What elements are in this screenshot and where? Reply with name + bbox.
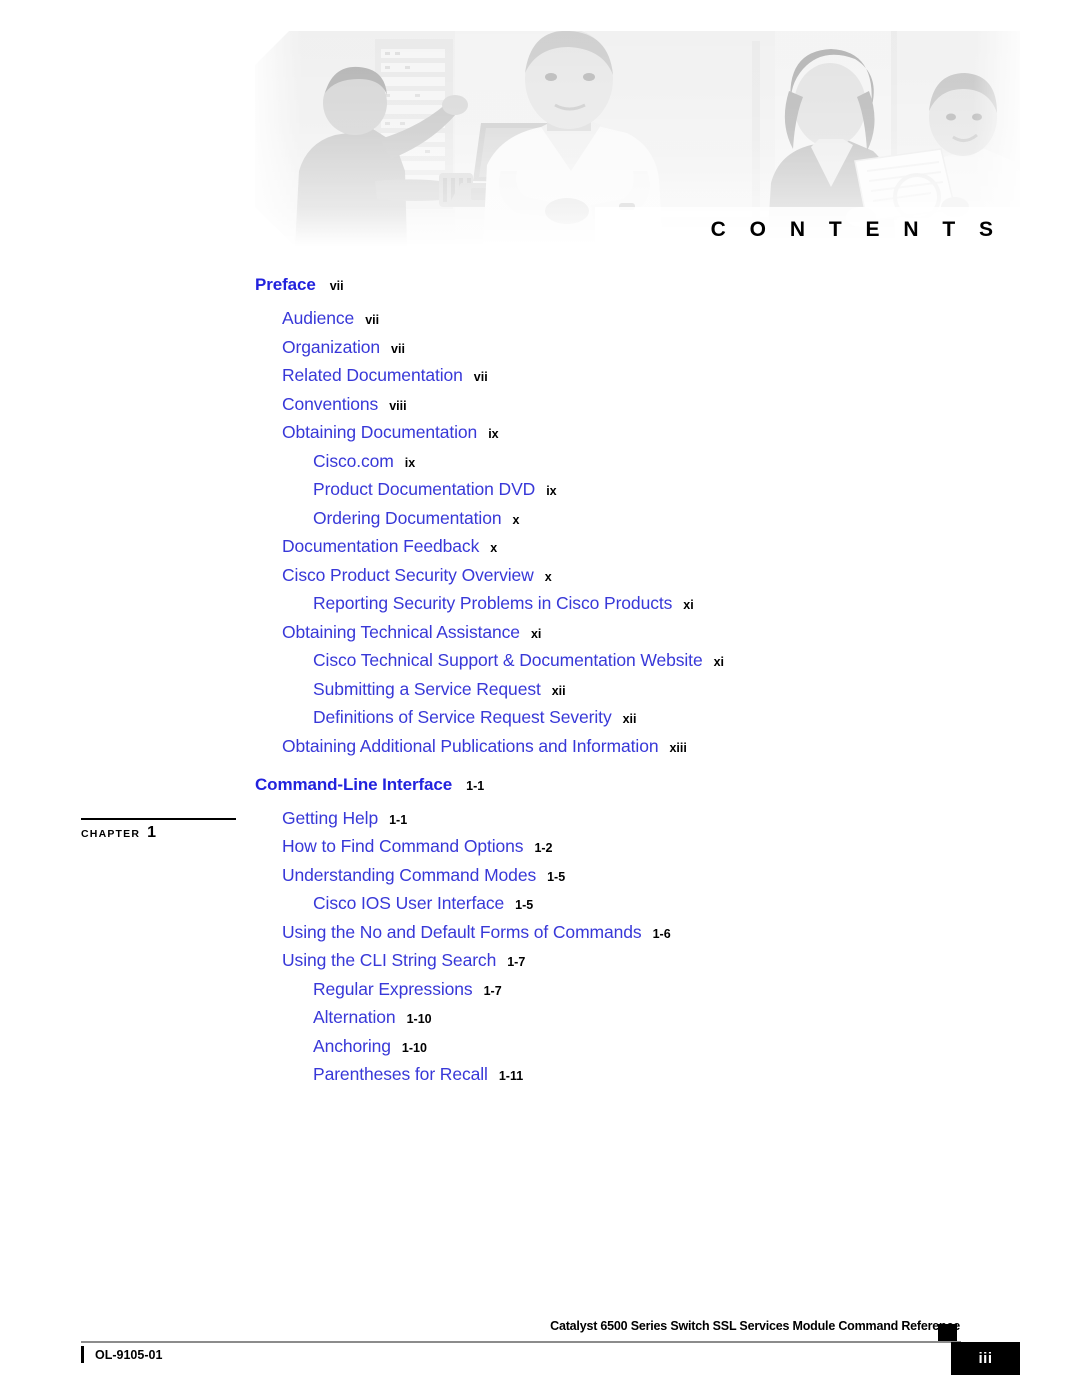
toc-entry-page: 1-1: [389, 812, 408, 827]
toc-entry-label: Reporting Security Problems in Cisco Pro…: [313, 593, 673, 613]
toc-entry-conventions[interactable]: Conventions viii: [0, 393, 1080, 414]
toc-heading-preface[interactable]: Preface vii: [0, 276, 1080, 294]
toc-entry-page: vii: [391, 341, 405, 356]
toc-entry-regular-expressions[interactable]: Regular Expressions 1-7: [0, 978, 1080, 999]
toc-entry-label: How to Find Command Options: [282, 836, 524, 856]
toc-entry-alternation[interactable]: Alternation 1-10: [0, 1007, 1080, 1027]
toc-entry-page: 1-11: [498, 1069, 524, 1083]
toc-entry-label: Organization: [282, 336, 381, 357]
toc-entry-page: xi: [713, 655, 725, 669]
contents-title: C O N T E N T S: [710, 218, 1002, 241]
toc-entry-label: Understanding Command Modes: [282, 864, 537, 885]
toc-entry-obtaining-additional-publications[interactable]: Obtaining Additional Publications and In…: [0, 735, 1080, 756]
toc-entry-definitions-of-service-request-severity[interactable]: Definitions of Service Request Severity x…: [0, 707, 1080, 727]
footer-page-number: iii: [951, 1342, 1020, 1375]
toc-entry-obtaining-documentation[interactable]: Obtaining Documentation ix: [0, 422, 1080, 442]
toc-entry-page: x: [512, 512, 520, 527]
toc-entry-cisco-com[interactable]: Cisco.com ix: [0, 450, 1080, 471]
toc-entry-label: Alternation: [313, 1007, 396, 1027]
toc-entry-page: x: [490, 541, 498, 555]
toc-entry-page: 1-7: [507, 955, 526, 969]
toc-entry-label: Parentheses for Recall: [313, 1064, 488, 1084]
toc-entry-page: xii: [551, 683, 566, 698]
banner-photo: [255, 31, 1020, 246]
toc-entry-page: xiii: [669, 740, 687, 755]
toc-entry-page: vii: [473, 370, 488, 384]
toc-entry-label: Cisco IOS User Interface: [313, 893, 505, 913]
toc-entry-label: Definitions of Service Request Severity: [313, 707, 612, 727]
toc-entry-product-documentation-dvd[interactable]: Product Documentation DVD ix: [0, 479, 1080, 499]
toc-entry-understanding-command-modes[interactable]: Understanding Command Modes 1-5: [0, 864, 1080, 885]
toc-entry-page: xii: [622, 712, 637, 726]
footer-document-id: OL-9105-01: [95, 1348, 163, 1362]
toc-entry-page: ix: [546, 484, 557, 498]
toc-entry-label: Submitting a Service Request: [313, 678, 541, 699]
toc-entry-label: Obtaining Additional Publications and In…: [282, 735, 659, 756]
toc-entry-page: xi: [683, 598, 694, 612]
toc-entry-label: Documentation Feedback: [282, 536, 480, 556]
toc-entry-page: vii: [365, 313, 380, 327]
toc-entry-getting-help[interactable]: Getting Help 1-1: [0, 807, 1080, 828]
toc-entry-page: 1-10: [401, 1040, 427, 1055]
toc-heading-label: Preface: [255, 275, 316, 294]
toc-entry-label: Regular Expressions: [313, 978, 473, 999]
toc-entry-label: Using the No and Default Forms of Comman…: [282, 921, 642, 942]
toc-entry-page: 1-5: [515, 898, 534, 912]
toc-entry-submitting-a-service-request[interactable]: Submitting a Service Request xii: [0, 678, 1080, 699]
toc-entry-label: Audience: [282, 308, 355, 328]
toc-entry-label: Obtaining Technical Assistance: [282, 621, 520, 642]
toc-heading-page: vii: [329, 279, 344, 293]
toc-entry-page: 1-10: [406, 1012, 432, 1026]
toc-entry-documentation-feedback[interactable]: Documentation Feedback x: [0, 536, 1080, 556]
toc-entry-using-no-and-default-forms[interactable]: Using the No and Default Forms of Comman…: [0, 921, 1080, 942]
footer-rule: [81, 1341, 961, 1343]
toc-entry-how-to-find-command-options[interactable]: How to Find Command Options 1-2: [0, 836, 1080, 856]
toc-entry-label: Using the CLI String Search: [282, 950, 497, 970]
toc-heading-command-line-interface[interactable]: Command-Line Interface 1-1: [0, 776, 1080, 794]
toc-entry-page: 1-7: [483, 983, 502, 998]
toc-entry-using-the-cli-string-search[interactable]: Using the CLI String Search 1-7: [0, 950, 1080, 970]
toc-entry-obtaining-technical-assistance[interactable]: Obtaining Technical Assistance xi: [0, 621, 1080, 642]
page-footer: Catalyst 6500 Series Switch SSL Services…: [0, 1316, 1080, 1386]
toc-entry-page: ix: [404, 455, 416, 470]
footer-tick-marker: [81, 1346, 84, 1363]
toc-entry-audience[interactable]: Audience vii: [0, 308, 1080, 328]
toc-entry-anchoring[interactable]: Anchoring 1-10: [0, 1035, 1080, 1056]
toc-heading-label: Command-Line Interface: [255, 774, 453, 794]
toc-entry-cisco-product-security-overview[interactable]: Cisco Product Security Overview x: [0, 564, 1080, 585]
toc-entry-label: Conventions: [282, 393, 379, 414]
toc-entry-page: x: [544, 569, 552, 584]
toc-entry-related-documentation[interactable]: Related Documentation vii: [0, 365, 1080, 385]
toc-entry-page: ix: [488, 427, 499, 441]
toc-entry-label: Product Documentation DVD: [313, 479, 536, 499]
toc-entry-page: viii: [389, 398, 407, 413]
header-banner: C O N T E N T S: [255, 31, 1020, 246]
toc-entry-page: 1-6: [652, 926, 671, 941]
toc-heading-page: 1-1: [466, 778, 485, 793]
toc-entry-page: 1-2: [534, 841, 553, 855]
table-of-contents: Preface vii Audience vii Organization vii R…: [0, 276, 1080, 1095]
toc-entry-cisco-technical-support-website[interactable]: Cisco Technical Support & Documentation …: [0, 650, 1080, 670]
toc-entry-label: Related Documentation: [282, 365, 463, 385]
toc-entry-organization[interactable]: Organization vii: [0, 336, 1080, 357]
toc-entry-label: Getting Help: [282, 807, 379, 828]
toc-entry-label: Anchoring: [313, 1035, 391, 1056]
toc-entry-label: Cisco.com: [313, 450, 394, 471]
toc-entry-reporting-security-problems[interactable]: Reporting Security Problems in Cisco Pro…: [0, 593, 1080, 613]
toc-entry-label: Ordering Documentation: [313, 507, 502, 528]
toc-entry-page: 1-5: [547, 869, 566, 884]
toc-entry-label: Cisco Technical Support & Documentation …: [313, 650, 703, 670]
toc-entry-label: Obtaining Documentation: [282, 422, 478, 442]
footer-document-title: Catalyst 6500 Series Switch SSL Services…: [550, 1319, 960, 1333]
toc-entry-cisco-ios-user-interface[interactable]: Cisco IOS User Interface 1-5: [0, 893, 1080, 913]
toc-entry-page: xi: [530, 626, 542, 641]
toc-entry-label: Cisco Product Security Overview: [282, 564, 534, 585]
toc-entry-ordering-documentation[interactable]: Ordering Documentation x: [0, 507, 1080, 528]
toc-entry-parentheses-for-recall[interactable]: Parentheses for Recall 1-11: [0, 1064, 1080, 1084]
